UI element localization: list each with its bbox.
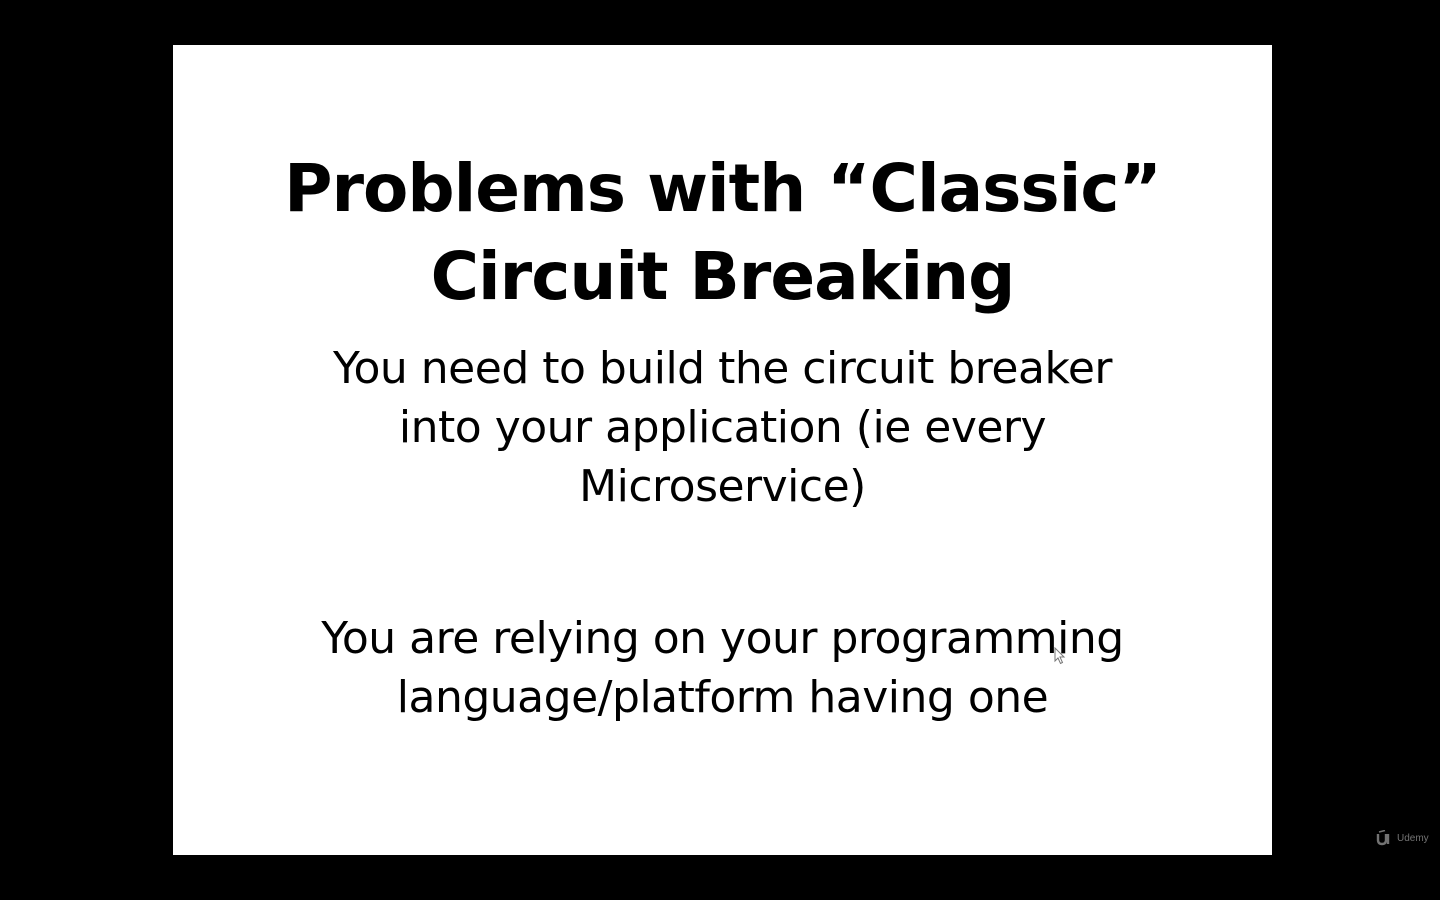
watermark-label: Udemy: [1397, 832, 1429, 844]
point-1-line-2: into your application (ie every: [398, 402, 1047, 453]
point-2-line-1: You are relying on your programming: [321, 613, 1124, 664]
slide-point-build-into-app: You need to build the circuit breaker in…: [173, 339, 1272, 516]
slide-point-language-platform: You are relying on your programming lang…: [173, 609, 1272, 727]
udemy-watermark: Udemy: [1376, 829, 1429, 847]
mouse-pointer-icon: [1054, 647, 1066, 665]
slide-title-line-2: Circuit Breaking: [430, 238, 1016, 315]
point-1-line-3: Microservice): [579, 461, 866, 512]
presentation-slide: Problems with “Classic” Circuit Breaking…: [173, 45, 1272, 855]
slide-title-line-1: Problems with “Classic”: [284, 150, 1162, 227]
point-1-line-1: You need to build the circuit breaker: [332, 343, 1113, 394]
video-frame: Problems with “Classic” Circuit Breaking…: [0, 0, 1440, 900]
slide-title: Problems with “Classic” Circuit Breaking: [173, 145, 1272, 321]
point-2-line-2: language/platform having one: [396, 672, 1049, 723]
udemy-logo-icon: [1376, 830, 1390, 846]
